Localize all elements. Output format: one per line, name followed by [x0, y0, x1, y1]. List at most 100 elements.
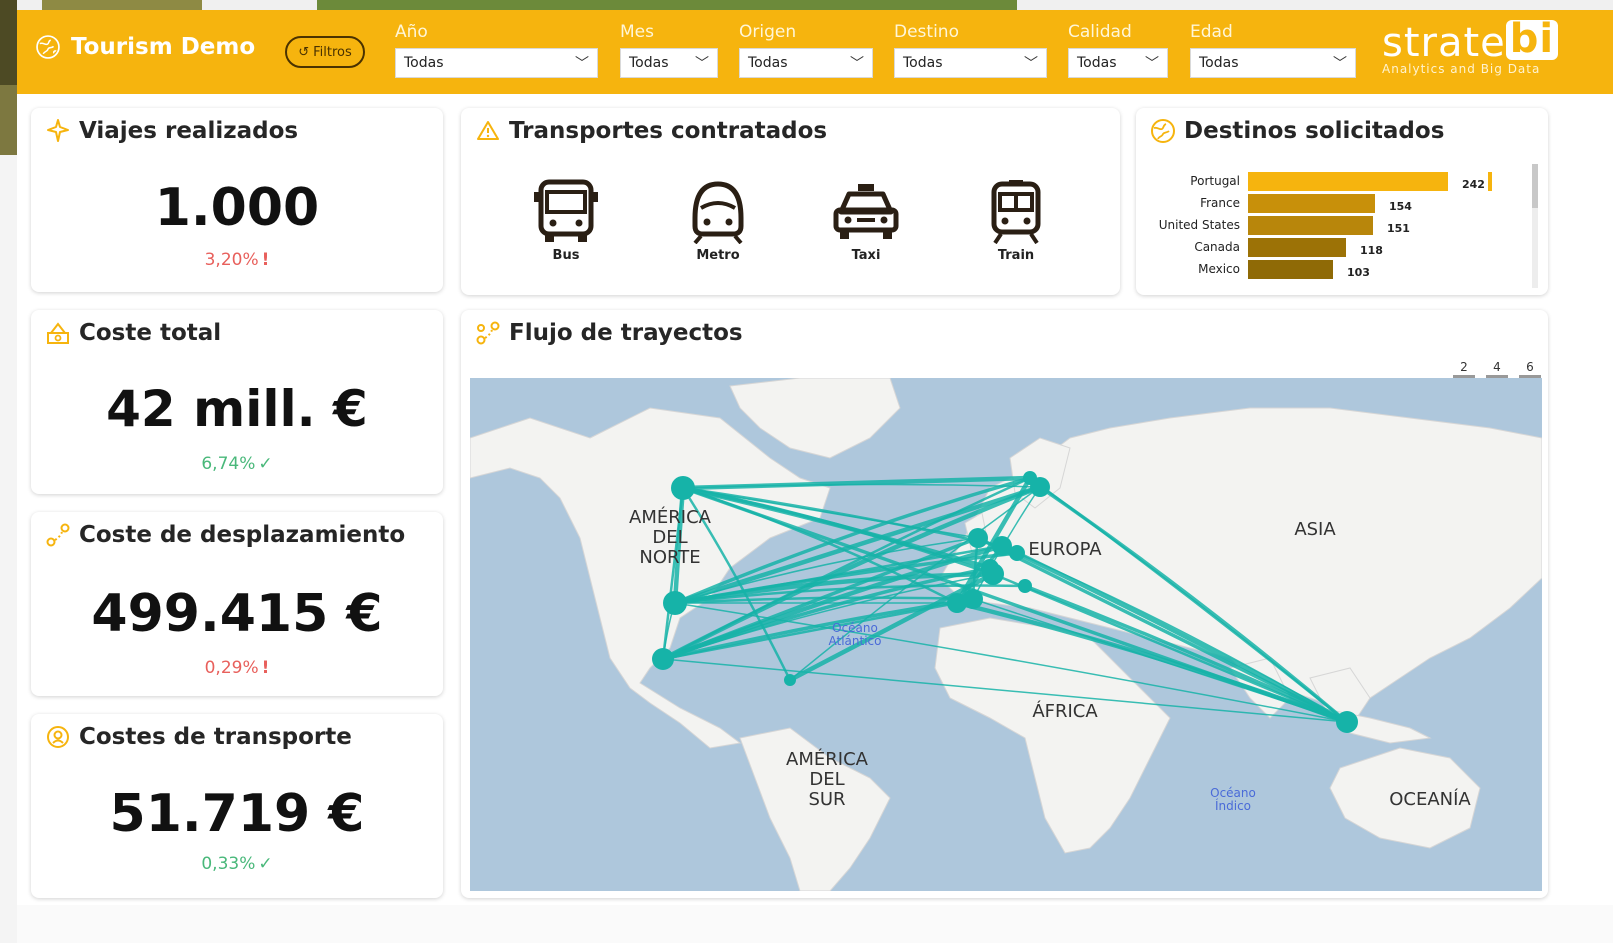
- continent-label-north-america: AMÉRICA DEL NORTE: [629, 507, 711, 568]
- flow-node: [1336, 711, 1358, 733]
- metro-icon: [692, 181, 744, 244]
- bar-value-label: 151: [1387, 222, 1410, 235]
- kpi-delta-value: 3,20%: [204, 250, 259, 270]
- transport-label: Metro: [696, 248, 740, 263]
- bar-united-states[interactable]: [1248, 216, 1373, 235]
- background-bottom: [17, 905, 1613, 943]
- transport-bus[interactable]: Bus: [521, 178, 611, 263]
- kpi-delta: 3,20%!: [31, 250, 443, 270]
- destinations-card: Destinos solicitados Portugal 242 France 15…: [1136, 108, 1548, 295]
- kpi-card-viajes: Viajes realizados 1.000 3,20%!: [31, 108, 443, 292]
- airplane-icon: [47, 119, 69, 142]
- scrollbar-thumb[interactable]: [1532, 164, 1538, 208]
- stratebi-logo: strate bi Analytics and Big Data: [1382, 19, 1562, 84]
- flow-node: [981, 559, 999, 577]
- continent-label-south-america: AMÉRICA DEL SUR: [786, 749, 868, 810]
- logo-bi: bi: [1505, 19, 1559, 60]
- logo-text: strate: [1382, 20, 1506, 66]
- transport-metro[interactable]: Metro: [673, 178, 763, 263]
- filter-value: Todas: [903, 55, 943, 71]
- transport-taxi[interactable]: Taxi: [821, 178, 911, 263]
- kpi-card-coste-desplazamiento: Coste de desplazamiento 499.415 € 0,29%!: [31, 512, 443, 696]
- flow-node: [968, 528, 988, 548]
- flow-map[interactable]: AMÉRICA DEL NORTE EUROPA ASIA ÁFRICA AMÉRI…: [470, 378, 1542, 891]
- undo-icon: ↺: [298, 44, 310, 60]
- bar-category-label: France: [1200, 196, 1240, 210]
- route-icon: [46, 523, 70, 547]
- bar-mexico[interactable]: [1248, 260, 1333, 279]
- filter-year-select[interactable]: Todas ﹀: [395, 48, 598, 78]
- transport-card: Transportes contratados Bus Metro Taxi T…: [461, 108, 1120, 295]
- card-title-text: Coste total: [79, 320, 222, 346]
- filter-label: Destino: [894, 22, 959, 42]
- legend-size-2: 2: [1453, 360, 1475, 378]
- kpi-delta-value: 0,29%: [204, 658, 259, 678]
- chevron-down-icon: ﹀: [850, 56, 864, 72]
- filter-label: Calidad: [1068, 22, 1132, 42]
- transport-label: Train: [997, 248, 1035, 263]
- kpi-delta-value: 0,33%: [201, 854, 256, 874]
- flow-node: [963, 589, 983, 609]
- bar-value-label: 154: [1389, 200, 1412, 213]
- bar-highlight-marker: [1488, 172, 1492, 191]
- filter-value: Todas: [404, 55, 444, 71]
- continent-label-asia: ASIA: [1294, 519, 1336, 540]
- bar-value-label: 118: [1360, 244, 1383, 257]
- filter-quality: Calidad Todas ﹀: [1068, 20, 1168, 78]
- map-canvas: [470, 378, 1542, 891]
- background-left: [0, 0, 17, 943]
- legend-size-6: 6: [1519, 360, 1541, 378]
- filters-button[interactable]: ↺ Filtros: [285, 36, 365, 68]
- card-title: Coste total: [45, 320, 221, 346]
- location-pin-icon: [47, 726, 69, 748]
- kpi-value: 1.000: [154, 178, 320, 238]
- filter-month-select[interactable]: Todas ﹀: [620, 48, 718, 78]
- bar-value-label: 242: [1462, 178, 1485, 191]
- warning-icon: !: [261, 250, 270, 270]
- globe-icon: [36, 35, 60, 59]
- kpi-value: 51.719 €: [109, 784, 365, 844]
- filter-origin-select[interactable]: Todas ﹀: [739, 48, 873, 78]
- flow-node: [663, 591, 687, 615]
- logo-subtitle: Analytics and Big Data: [1382, 62, 1541, 76]
- continent-label-africa: ÁFRICA: [1032, 701, 1098, 722]
- kpi-delta-value: 6,74%: [201, 454, 256, 474]
- filter-year: Año Todas ﹀: [395, 20, 598, 78]
- card-title-text: Viajes realizados: [79, 118, 299, 144]
- route-icon: [476, 321, 500, 345]
- filter-month: Mes Todas ﹀: [620, 20, 718, 78]
- kpi-value: 42 mill. €: [106, 380, 368, 438]
- flow-node: [652, 648, 674, 670]
- filter-age: Edad Todas ﹀: [1190, 20, 1356, 78]
- filter-quality-select[interactable]: Todas ﹀: [1068, 48, 1168, 78]
- filter-age-select[interactable]: Todas ﹀: [1190, 48, 1356, 78]
- filter-destination-select[interactable]: Todas ﹀: [894, 48, 1047, 78]
- header-bar: Tourism Demo ↺ Filtros Año Todas ﹀ Mes T…: [17, 10, 1613, 94]
- money-stack-icon: [47, 322, 69, 344]
- filter-label: Mes: [620, 22, 654, 42]
- bar-value-label: 103: [1347, 266, 1370, 279]
- bar-france[interactable]: [1248, 194, 1375, 213]
- app-title: Tourism Demo: [71, 34, 256, 60]
- flow-node: [671, 476, 695, 500]
- bar-category-label: Portugal: [1190, 174, 1240, 188]
- card-title: Viajes realizados: [45, 118, 298, 144]
- filters-button-label: Filtros: [313, 44, 352, 60]
- ocean-label-atlantic: Océano Atlántico: [828, 621, 882, 648]
- bar-category-label: Mexico: [1198, 262, 1240, 276]
- flow-node: [1018, 579, 1032, 593]
- continent-label-oceania: OCEANÍA: [1389, 789, 1471, 810]
- bar-portugal[interactable]: [1248, 172, 1448, 191]
- bar-canada[interactable]: [1248, 238, 1346, 257]
- chevron-down-icon: ﹀: [1145, 56, 1159, 72]
- continent-label-europe: EUROPA: [1028, 539, 1102, 560]
- warning-icon: !: [261, 658, 270, 678]
- bus-icon: [534, 179, 598, 242]
- chart-scrollbar[interactable]: [1532, 164, 1538, 288]
- transport-label: Bus: [552, 248, 580, 263]
- kpi-card-coste-total: Coste total 42 mill. € 6,74% ✓: [31, 310, 443, 494]
- transport-train[interactable]: Train: [971, 178, 1061, 263]
- brand: Tourism Demo: [35, 34, 255, 60]
- card-title-text: Costes de transporte: [79, 724, 352, 750]
- chevron-down-icon: ﹀: [695, 56, 709, 72]
